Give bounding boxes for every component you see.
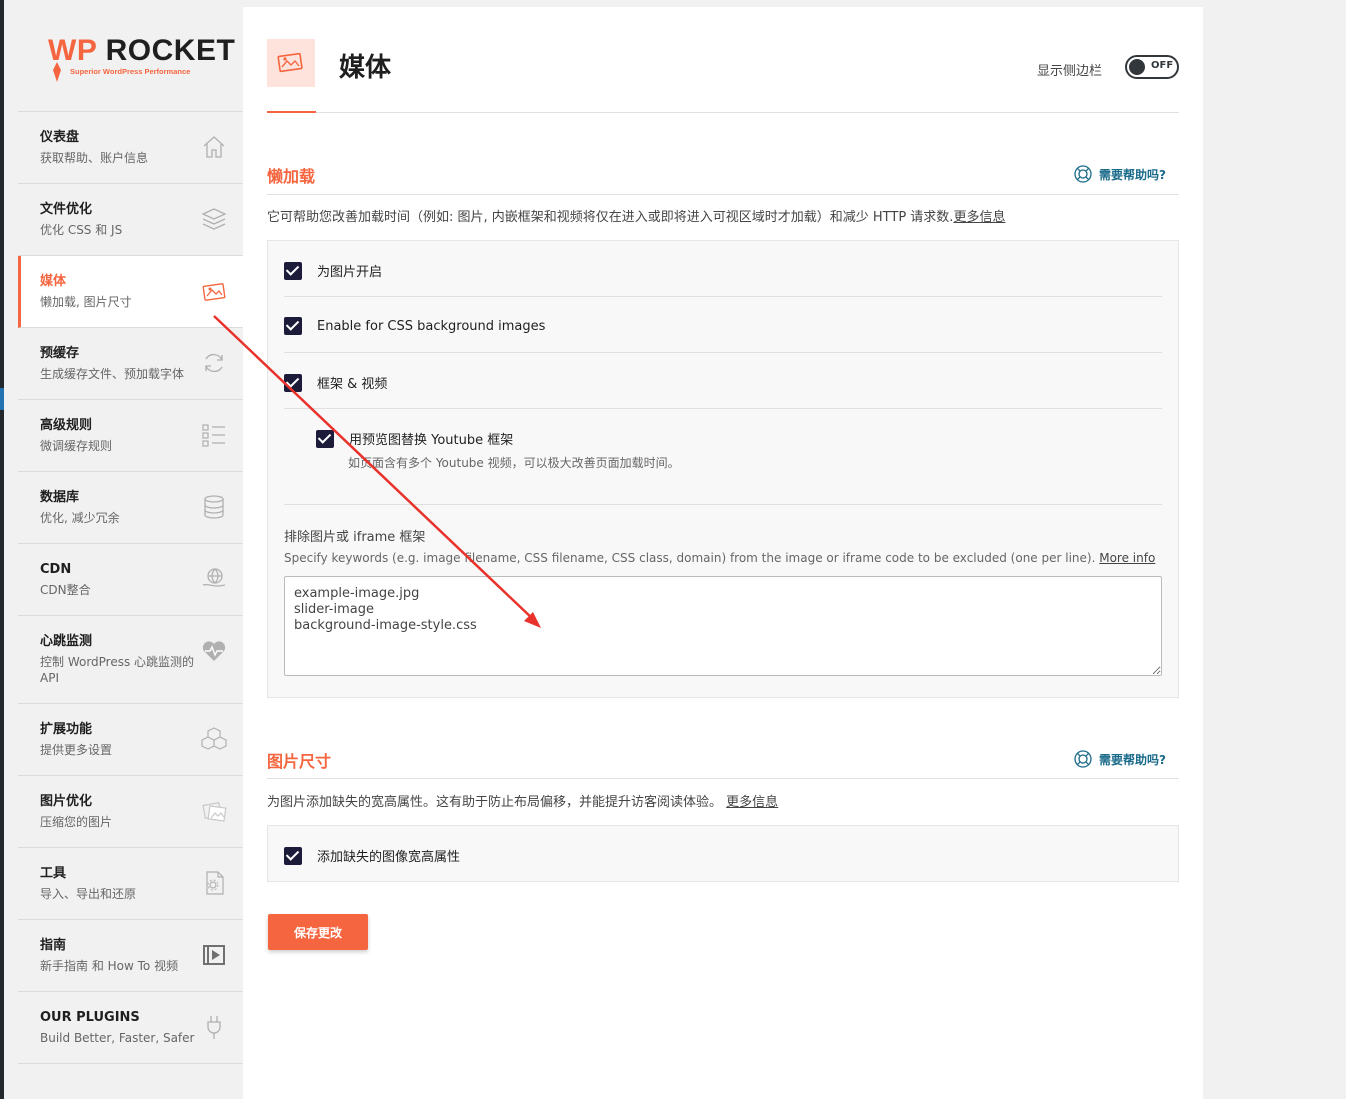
sidebar-item-subtitle: 新手指南 和 How To 视频 — [40, 959, 179, 973]
exclude-keywords-textarea[interactable]: example-image.jpg slider-image backgroun… — [284, 576, 1162, 676]
media-header-icon — [267, 39, 315, 87]
lifebuoy-icon — [1074, 750, 1092, 768]
image-dimensions-section-divider — [267, 778, 1179, 779]
refresh-icon — [205, 353, 223, 373]
sidebar-item-our-plugins[interactable]: OUR PLUGINS Build Better, Faster, Safer — [18, 992, 243, 1064]
option-divider — [284, 352, 1162, 353]
plug-icon — [207, 1016, 221, 1039]
sidebar-item-subtitle: 控制 WordPress 心跳监测的 API — [40, 655, 195, 685]
lazyload-more-info-link[interactable]: 更多信息 — [953, 210, 1005, 225]
sidebar-item-subtitle: 微调缓存规则 — [40, 439, 113, 453]
option-images[interactable]: 为图片开启 — [284, 261, 382, 280]
page-title: 媒体 — [339, 53, 392, 83]
option-youtube-preview[interactable]: 用预览图替换 Youtube 框架 — [316, 429, 513, 448]
add-missing-dimensions-checkbox[interactable] — [284, 846, 302, 865]
image-dimensions-options-box: 添加缺失的图像宽高属性 — [267, 825, 1179, 882]
show-sidebar-toggle[interactable]: OFF — [1125, 55, 1179, 79]
save-changes-button[interactable]: 保存更改 — [268, 914, 368, 950]
images-icon — [202, 802, 227, 822]
sidebar-item-subtitle: 提供更多设置 — [40, 743, 113, 757]
option-iframes-videos[interactable]: 框架 & 视频 — [284, 373, 387, 392]
sidebar-item-image-optimization[interactable]: 图片优化 压缩您的图片 — [18, 776, 243, 848]
help-label: 需要帮助吗? — [1099, 752, 1166, 767]
heartbeat-icon — [202, 641, 226, 661]
header-accent-underline — [267, 111, 316, 113]
sidebar-item-subtitle: 导入、导出和还原 — [40, 887, 137, 901]
sidebar-item-addons[interactable]: 扩展功能 提供更多设置 — [18, 704, 243, 776]
sidebar-item-database[interactable]: 数据库 优化, 减少冗余 — [18, 472, 243, 544]
exclude-more-info-link[interactable]: More info — [1099, 551, 1155, 565]
header-divider — [267, 112, 1179, 113]
youtube-preview-checkbox[interactable] — [316, 429, 334, 448]
admin-bar-marker — [0, 388, 4, 410]
settings-panel: 媒体 显示侧边栏 OFF 懒加载 需要帮助吗? 它可帮助您改善加载时间（例如: … — [243, 7, 1203, 1099]
lazyload-help-link[interactable]: 需要帮助吗? — [1073, 164, 1166, 184]
sidebar-item-media[interactable]: 媒体 懒加载, 图片尺寸 — [18, 256, 243, 328]
lifebuoy-icon — [1074, 165, 1092, 183]
sidebar-item-subtitle: 生成缓存文件、预加载字体 — [40, 367, 185, 381]
sidebar-item-subtitle: 懒加载, 图片尺寸 — [40, 295, 132, 309]
database-icon — [204, 495, 224, 519]
option-css-backgrounds[interactable]: Enable for CSS background images — [284, 317, 545, 335]
toggle-state: OFF — [1151, 60, 1174, 71]
media-icon — [202, 283, 226, 301]
sidebar-item-subtitle: 优化 CSS 和 JS — [40, 223, 123, 237]
logo[interactable]: WP ROCKET Superior WordPress Performance — [18, 0, 243, 112]
lazyload-section-title: 懒加载 — [267, 167, 316, 186]
option-label: 添加缺失的图像宽高属性 — [317, 850, 461, 865]
option-divider — [284, 408, 1162, 409]
css-backgrounds-checkbox[interactable] — [284, 317, 302, 335]
sidebar-item-subtitle: Build Better, Faster, Safer — [40, 1031, 195, 1045]
option-label: 用预览图替换 Youtube 框架 — [349, 433, 514, 448]
admin-bar-edge — [0, 0, 4, 1099]
exclude-hint: Specify keywords (e.g. image filename, C… — [284, 551, 1156, 565]
sidebar-item-cdn[interactable]: CDN CDN整合 — [18, 544, 243, 616]
toggle-knob — [1129, 59, 1145, 75]
sidebar-item-subtitle: 优化, 减少冗余 — [40, 511, 120, 525]
image-dimensions-more-info-link[interactable]: 更多信息 — [726, 795, 778, 810]
option-divider — [284, 296, 1162, 297]
sidebar: WP ROCKET Superior WordPress Performance… — [18, 0, 243, 1099]
list-icon — [202, 424, 225, 447]
exclude-label: 排除图片或 iframe 框架 — [284, 530, 426, 545]
lazyload-section-divider — [267, 194, 1179, 195]
sidebar-item-tools[interactable]: 工具 导入、导出和还原 — [18, 848, 243, 920]
logo-tagline: Superior WordPress Performance — [70, 67, 191, 76]
file-gear-icon — [206, 871, 224, 895]
home-icon — [203, 136, 225, 158]
option-add-missing-dimensions[interactable]: 添加缺失的图像宽高属性 — [284, 846, 460, 865]
help-label: 需要帮助吗? — [1099, 167, 1166, 182]
images-checkbox[interactable] — [284, 261, 302, 280]
sidebar-item-advanced-rules[interactable]: 高级规则 微调缓存规则 — [18, 400, 243, 472]
image-dimensions-section-title: 图片尺寸 — [267, 752, 332, 771]
sidebar-item-tutorials[interactable]: 指南 新手指南 和 How To 视频 — [18, 920, 243, 992]
image-dimensions-help-link[interactable]: 需要帮助吗? — [1073, 749, 1166, 769]
sidebar-item-subtitle: CDN整合 — [40, 583, 91, 597]
iframes-videos-checkbox[interactable] — [284, 373, 302, 392]
option-label: 为图片开启 — [317, 265, 383, 280]
show-sidebar-label: 显示侧边栏 — [1037, 64, 1103, 79]
globe-hand-icon — [202, 568, 226, 587]
logo-brand: WP ROCKET — [48, 34, 236, 67]
youtube-preview-hint: 如页面含有多个 Youtube 视频，可以极大改善页面加载时间。 — [348, 456, 680, 470]
sidebar-item-subtitle: 获取帮助、账户信息 — [40, 151, 149, 165]
sidebar-item-preload[interactable]: 预缓存 生成缓存文件、预加载字体 — [18, 328, 243, 400]
lazyload-description: 它可帮助您改善加载时间（例如: 图片, 内嵌框架和视频将仅在进入或即将进入可视区… — [267, 210, 1006, 225]
sidebar-item-heartbeat[interactable]: 心跳监测 控制 WordPress 心跳监测的 API — [18, 616, 243, 704]
sidebar-item-subtitle: 压缩您的图片 — [40, 815, 113, 829]
layers-icon — [201, 208, 227, 230]
option-label: 框架 & 视频 — [317, 377, 388, 392]
video-icon — [203, 945, 225, 965]
image-dimensions-description: 为图片添加缺失的宽高属性。这有助于防止布局偏移，并能提升访客阅读体验。 更多信息 — [267, 795, 779, 810]
lazyload-options-box: 为图片开启 Enable for CSS background images 框… — [267, 240, 1179, 698]
option-label: Enable for CSS background images — [317, 318, 546, 334]
cubes-icon — [201, 727, 227, 750]
sidebar-item-dashboard[interactable]: 仪表盘 获取帮助、账户信息 — [18, 112, 243, 184]
option-divider — [284, 504, 1162, 505]
sidebar-item-file-optimization[interactable]: 文件优化 优化 CSS 和 JS — [18, 184, 243, 256]
